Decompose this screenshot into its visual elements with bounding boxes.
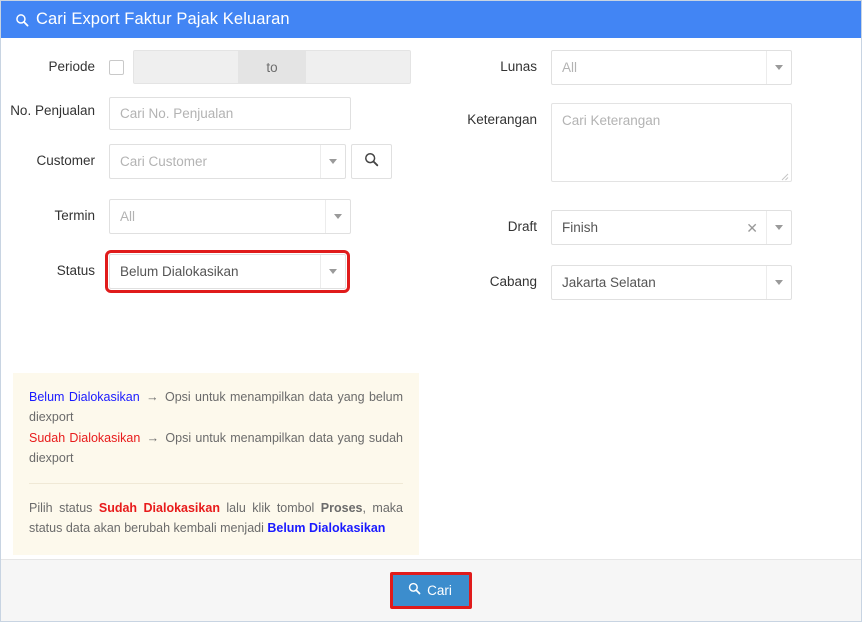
- search-submit-label: Cari: [427, 582, 452, 598]
- label-cabang: Cabang: [489, 274, 537, 289]
- field-row-lunas: Lunas All: [441, 50, 861, 85]
- dialog-header: Cari Export Faktur Pajak Keluaran: [1, 1, 861, 38]
- periode-checkbox[interactable]: [109, 59, 124, 75]
- info-note: Pilih status Sudah Dialokasikan lalu kli…: [29, 498, 403, 539]
- lunas-select[interactable]: All: [551, 50, 792, 85]
- resize-handle-icon[interactable]: [779, 169, 789, 181]
- status-info-box: Belum Dialokasikan → Opsi untuk menampil…: [13, 373, 419, 555]
- chevron-down-icon[interactable]: [766, 211, 791, 244]
- info-term-sudah: Sudah Dialokasikan: [29, 430, 141, 445]
- field-row-periode: Periode to: [1, 50, 441, 84]
- no-penjualan-input[interactable]: Cari No. Penjualan: [109, 97, 351, 130]
- customer-control: Cari Customer: [109, 144, 441, 179]
- draft-value: Finish: [562, 220, 599, 235]
- search-submit-button[interactable]: Cari: [390, 572, 472, 609]
- draft-select[interactable]: Finish ✕: [551, 210, 792, 245]
- info-note-part1: Pilih status: [29, 501, 99, 515]
- label-termin: Termin: [54, 208, 95, 223]
- draft-control: Finish ✕: [551, 210, 861, 245]
- lunas-value: All: [562, 60, 578, 75]
- label-no-penjualan: No. Penjualan: [1, 97, 109, 120]
- info-line-belum: Belum Dialokasikan → Opsi untuk menampil…: [29, 387, 403, 428]
- field-row-cabang: Cabang Jakarta Selatan: [441, 265, 861, 300]
- chevron-down-icon[interactable]: [320, 255, 345, 288]
- keterangan-textarea[interactable]: Cari Keterangan: [551, 103, 792, 182]
- cabang-select[interactable]: Jakarta Selatan: [551, 265, 792, 300]
- info-note-term-red: Sudah Dialokasikan: [98, 501, 220, 515]
- customer-search-button[interactable]: [351, 144, 392, 179]
- periode-daterange: to: [109, 50, 411, 84]
- label-draft: Draft: [507, 219, 537, 234]
- form-column-left: Periode to No. Penjualan Cari No. Penjua…: [1, 50, 441, 313]
- dialog-title: Cari Export Faktur Pajak Keluaran: [36, 10, 290, 28]
- status-select[interactable]: Belum Dialokasikan: [105, 250, 350, 293]
- termin-select[interactable]: All: [109, 199, 351, 234]
- info-note-part2: lalu klik tombol: [219, 501, 321, 515]
- label-periode: Periode: [48, 59, 95, 74]
- field-row-termin: Termin All: [1, 199, 441, 234]
- label-no-penjualan-text: No. Penjualan: [10, 103, 95, 118]
- keterangan-control: Cari Keterangan: [551, 103, 861, 182]
- status-value: Belum Dialokasikan: [120, 264, 239, 279]
- termin-value: All: [120, 209, 136, 224]
- dialog-body: Periode to No. Penjualan Cari No. Penjua…: [1, 38, 861, 559]
- status-control: Belum Dialokasikan: [105, 250, 441, 293]
- field-row-customer: Customer Cari Customer: [1, 144, 441, 179]
- field-row-draft: Draft Finish ✕: [441, 210, 861, 245]
- info-line-sudah: Sudah Dialokasikan → Opsi untuk menampil…: [29, 428, 403, 469]
- search-icon: [364, 152, 379, 172]
- label-customer: Customer: [36, 153, 95, 168]
- field-row-keterangan: Keterangan Cari Keterangan: [441, 103, 861, 182]
- arrow-icon: →: [146, 390, 159, 404]
- label-lunas: Lunas: [500, 59, 537, 74]
- label-status: Status: [56, 263, 95, 278]
- periode-start-date[interactable]: [134, 51, 238, 83]
- dialog-footer: Cari: [1, 559, 861, 621]
- info-note-term-blue: Belum Dialokasikan: [267, 521, 386, 536]
- customer-select-group: Cari Customer: [109, 144, 441, 179]
- info-note-term-bold: Proses: [320, 501, 363, 515]
- chevron-down-icon[interactable]: [320, 145, 345, 178]
- termin-control: All: [109, 199, 441, 234]
- info-divider: [29, 483, 403, 484]
- field-row-no-penjualan: No. Penjualan Cari No. Penjualan: [1, 97, 441, 130]
- chevron-down-icon[interactable]: [766, 51, 791, 84]
- periode-separator-to: to: [238, 51, 306, 83]
- close-x-icon[interactable]: ✕: [742, 221, 766, 235]
- arrow-icon: →: [146, 430, 160, 445]
- no-penjualan-placeholder: Cari No. Penjualan: [120, 106, 234, 121]
- periode-end-date[interactable]: [306, 51, 410, 83]
- form-column-right: Lunas All Keterangan Cari Keterangan Dra…: [441, 50, 861, 313]
- keterangan-placeholder: Cari Keterangan: [562, 113, 661, 128]
- cabang-control: Jakarta Selatan: [551, 265, 861, 300]
- info-term-belum: Belum Dialokasikan: [29, 390, 140, 404]
- customer-select[interactable]: Cari Customer: [109, 144, 346, 179]
- chevron-down-icon[interactable]: [325, 200, 350, 233]
- cabang-value: Jakarta Selatan: [562, 275, 656, 290]
- field-row-status: Status Belum Dialokasikan: [1, 250, 441, 293]
- periode-daterange-input[interactable]: to: [133, 50, 411, 84]
- chevron-down-icon[interactable]: [766, 266, 791, 299]
- search-icon: [15, 13, 29, 27]
- periode-control: to: [109, 50, 441, 84]
- lunas-control: All: [551, 50, 861, 85]
- form-columns: Periode to No. Penjualan Cari No. Penjua…: [1, 50, 861, 313]
- search-export-tax-invoice-dialog: Cari Export Faktur Pajak Keluaran Period…: [0, 0, 862, 622]
- no-penjualan-control: Cari No. Penjualan: [109, 97, 441, 130]
- customer-placeholder: Cari Customer: [120, 154, 208, 169]
- label-keterangan: Keterangan: [467, 112, 537, 127]
- search-icon: [408, 582, 421, 598]
